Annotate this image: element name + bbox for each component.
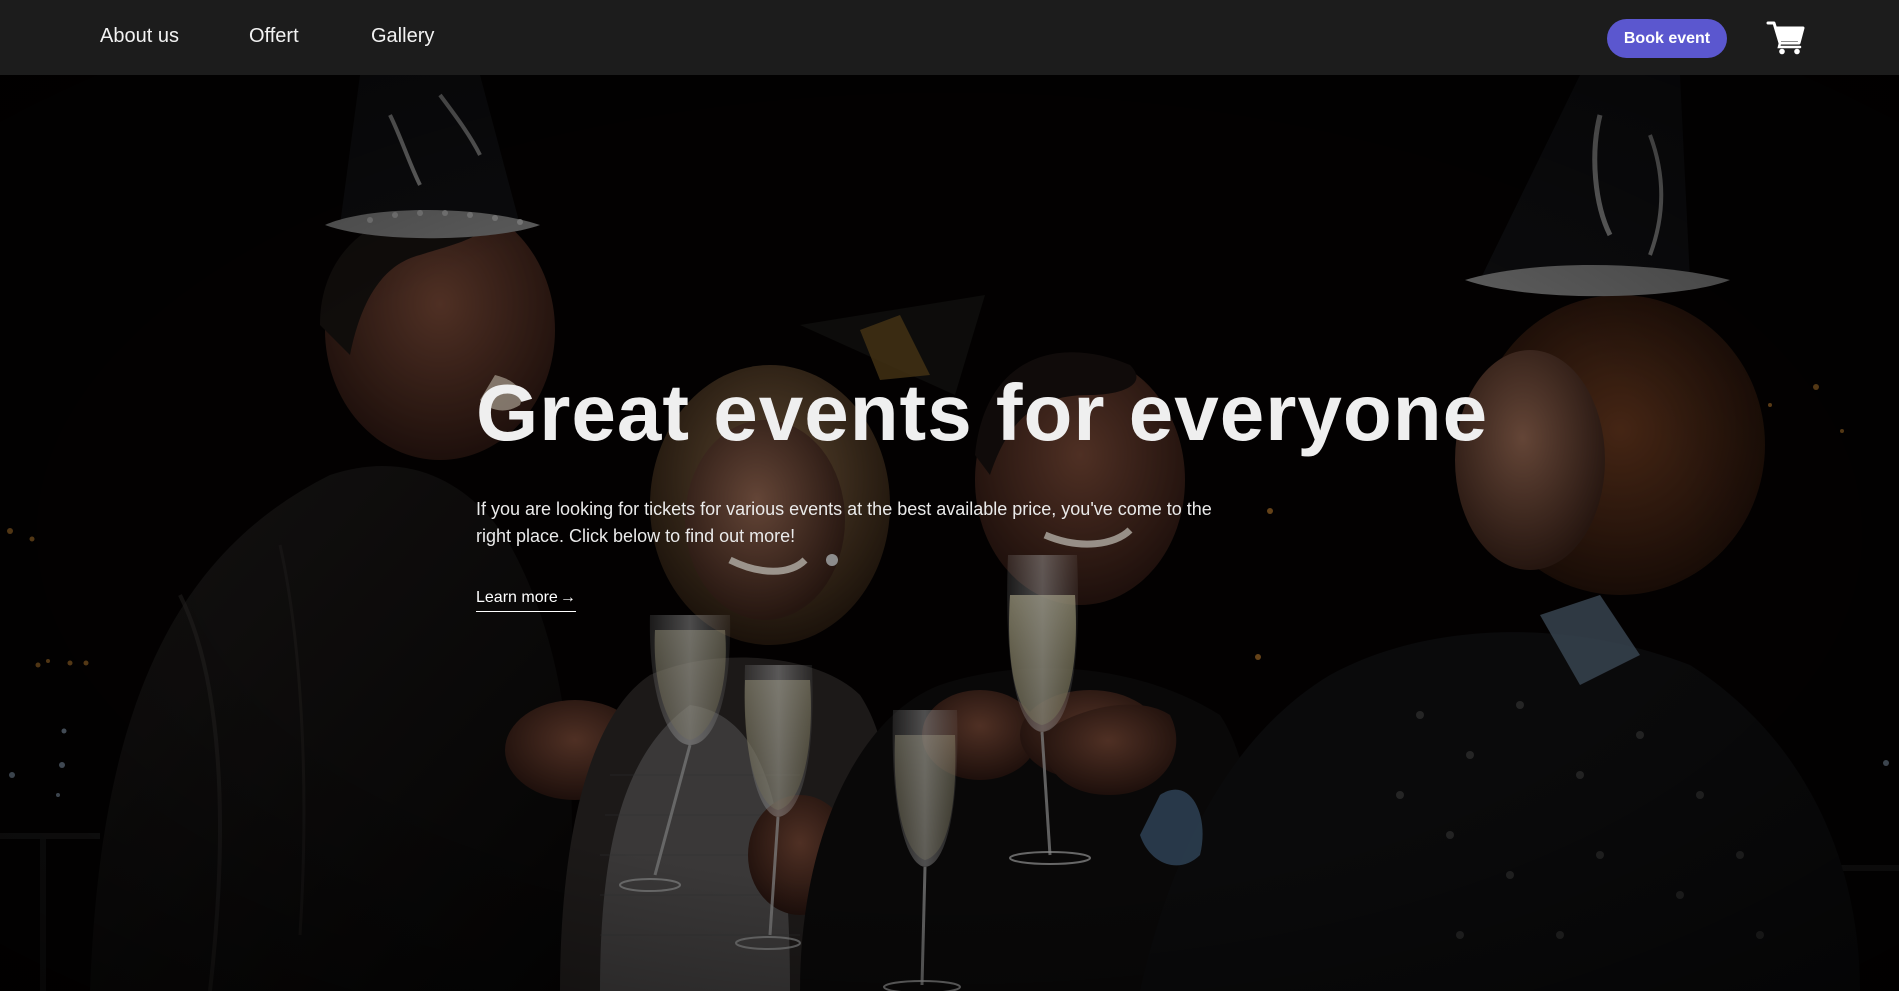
learn-more-link[interactable]: Learn more → (476, 588, 576, 612)
hero-title: Great events for everyone (476, 368, 1489, 457)
hero-description: If you are looking for tickets for vario… (476, 499, 1212, 546)
nav-link-offert[interactable]: Offert (249, 24, 299, 48)
hero-content: Great events for everyone If you are loo… (476, 368, 1489, 612)
arrow-right-icon: → (559, 589, 576, 606)
book-event-button[interactable]: Book event (1607, 19, 1727, 58)
learn-more-label: Learn more (476, 589, 558, 606)
nav-link-about-us[interactable]: About us (100, 24, 179, 48)
shopping-cart-icon[interactable] (1766, 17, 1806, 57)
page: About us Offert Gallery Book event Great… (0, 0, 1899, 991)
top-navbar: About us Offert Gallery Book event (0, 0, 1899, 75)
nav-link-gallery[interactable]: Gallery (371, 24, 434, 48)
hero-section: Great events for everyone If you are loo… (0, 75, 1899, 991)
